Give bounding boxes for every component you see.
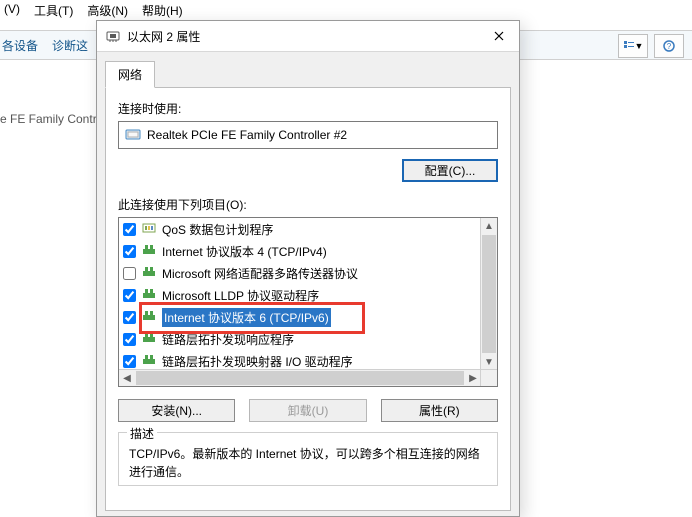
list-item[interactable]: Microsoft LLDP 协议驱动程序: [119, 284, 481, 306]
item-label: Internet 协议版本 4 (TCP/IPv4): [162, 242, 481, 261]
protocol-icon: [142, 331, 156, 348]
item-checkbox[interactable]: [123, 267, 136, 280]
list-item[interactable]: Internet 协议版本 4 (TCP/IPv4): [119, 240, 481, 262]
view-options-button[interactable]: ▼: [618, 34, 648, 58]
item-checkbox[interactable]: [123, 311, 136, 324]
protocol-icon: [142, 265, 156, 282]
close-icon: [494, 31, 504, 41]
properties-button[interactable]: 属性(R): [381, 399, 498, 422]
properties-dialog: 以太网 2 属性 网络 连接时使用: Realtek PCIe FE Famil…: [96, 20, 520, 517]
close-button[interactable]: [485, 25, 513, 47]
item-checkbox[interactable]: [123, 289, 136, 302]
scroll-thumb-vertical[interactable]: [482, 235, 496, 353]
adapter-field[interactable]: Realtek PCIe FE Family Controller #2: [118, 121, 498, 149]
install-button[interactable]: 安装(N)...: [118, 399, 235, 422]
bg-menu-bar: (V) 工具(T) 高级(N) 帮助(H): [0, 2, 183, 19]
help-icon: ?: [663, 40, 675, 52]
description-legend: 描述: [127, 425, 157, 442]
scrollbar-corner: [480, 369, 497, 386]
connect-using-label: 连接时使用:: [118, 100, 498, 117]
scroll-up-icon[interactable]: ▲: [481, 218, 497, 234]
vertical-scrollbar[interactable]: ▲ ▼: [480, 218, 497, 370]
protocol-icon: [142, 309, 156, 326]
nic-icon: [125, 127, 141, 143]
dialog-title: 以太网 2 属性: [127, 28, 485, 45]
list-item[interactable]: Internet 协议版本 6 (TCP/IPv6): [119, 306, 481, 328]
description-group: 描述 TCP/IPv6。最新版本的 Internet 协议，可以跨多个相互连接的…: [118, 432, 498, 486]
list-item[interactable]: Microsoft 网络适配器多路传送器协议: [119, 262, 481, 284]
description-text: TCP/IPv6。最新版本的 Internet 协议，可以跨多个相互连接的网络进…: [129, 445, 487, 481]
configure-button[interactable]: 配置(C)...: [402, 159, 498, 182]
menu-help[interactable]: 帮助(H): [142, 2, 183, 19]
items-label: 此连接使用下列项目(O):: [118, 196, 498, 213]
item-label: Microsoft LLDP 协议驱动程序: [162, 286, 481, 305]
list-item[interactable]: 链路层拓扑发现映射器 I/O 驱动程序: [119, 350, 481, 370]
tab-network[interactable]: 网络: [105, 61, 155, 88]
bg-toolbar-item-1[interactable]: 各设备: [2, 37, 38, 54]
scroll-left-icon[interactable]: ◀: [119, 370, 135, 386]
bg-adapter-fragment: e FE Family Contr: [0, 112, 97, 126]
protocol-icon: [142, 243, 156, 260]
protocol-icon: [142, 287, 156, 304]
item-label: QoS 数据包计划程序: [162, 220, 481, 239]
scroll-down-icon[interactable]: ▼: [481, 354, 497, 370]
item-checkbox[interactable]: [123, 245, 136, 258]
svg-text:?: ?: [667, 42, 672, 51]
protocol-icon: [142, 353, 156, 370]
item-label: Microsoft 网络适配器多路传送器协议: [162, 264, 481, 283]
horizontal-scrollbar[interactable]: ◀ ▶: [119, 369, 481, 386]
item-label: 链路层拓扑发现映射器 I/O 驱动程序: [162, 352, 481, 371]
item-checkbox[interactable]: [123, 355, 136, 368]
menu-advanced[interactable]: 高级(N): [87, 2, 128, 19]
item-label: Internet 协议版本 6 (TCP/IPv6): [162, 308, 481, 327]
adapter-name: Realtek PCIe FE Family Controller #2: [147, 128, 347, 142]
menu-view[interactable]: (V): [4, 2, 20, 19]
item-checkbox[interactable]: [123, 333, 136, 346]
bg-toolbar-item-2[interactable]: 诊断这: [52, 37, 88, 54]
item-label: 链路层拓扑发现响应程序: [162, 330, 481, 349]
scroll-right-icon[interactable]: ▶: [465, 370, 481, 386]
title-bar: 以太网 2 属性: [97, 21, 519, 52]
protocol-icon: [142, 221, 156, 238]
help-button[interactable]: ?: [654, 34, 684, 58]
list-icon: [623, 40, 635, 52]
list-item[interactable]: QoS 数据包计划程序: [119, 218, 481, 240]
scroll-thumb-horizontal[interactable]: [136, 371, 464, 385]
ethernet-icon: [105, 28, 121, 44]
uninstall-button: 卸载(U): [249, 399, 366, 422]
items-list: QoS 数据包计划程序 Internet 协议版本 4 (TCP/IPv4) Mic…: [118, 217, 498, 387]
list-item[interactable]: 链路层拓扑发现响应程序: [119, 328, 481, 350]
tab-panel: 连接时使用: Realtek PCIe FE Family Controller…: [105, 87, 511, 511]
item-checkbox[interactable]: [123, 223, 136, 236]
menu-tools[interactable]: 工具(T): [34, 2, 73, 19]
